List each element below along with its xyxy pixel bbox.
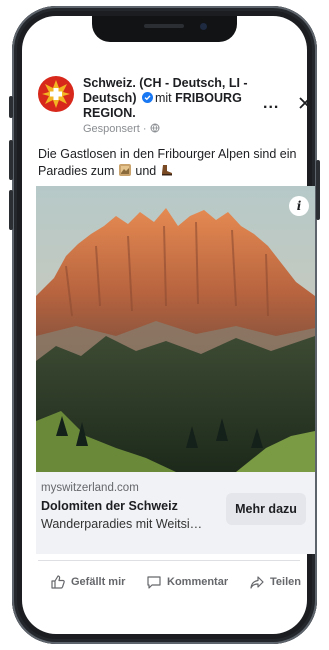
link-domain: myswitzerland.com: [41, 482, 139, 494]
share-icon: [250, 576, 264, 589]
mountain-landscape-image: [36, 186, 315, 472]
like-label: Gefällt mir: [71, 576, 126, 588]
post-author[interactable]: Schweiz. (CH - Deutsch, LI - Deutsch) mi…: [83, 76, 253, 121]
ad-info-button[interactable]: i: [289, 196, 309, 216]
sponsored-text: Gesponsert ·: [83, 123, 147, 135]
like-button[interactable]: Gefällt mir: [50, 572, 125, 592]
with-text: mit: [154, 91, 172, 105]
phone-notch: [92, 16, 237, 42]
post-text-line1: Die Gastlosen in den Fribourger Alpen si…: [38, 147, 297, 161]
link-description: Wanderparadies mit Weitsi…: [41, 517, 203, 531]
comment-label: Kommentar: [167, 576, 229, 588]
ad-image[interactable]: [36, 186, 315, 472]
sponsored-label: Gesponsert ·: [83, 123, 160, 135]
phone-power-button: [316, 160, 320, 220]
verified-badge-icon: [141, 92, 153, 103]
phone-side-button: [9, 96, 13, 118]
hiking-boot-emoji-icon: [161, 165, 172, 176]
post-text: Die Gastlosen in den Fribourger Alpen si…: [38, 146, 300, 180]
front-camera: [200, 23, 207, 30]
speaker: [144, 24, 184, 28]
action-divider: [38, 560, 300, 561]
more-options-button[interactable]: ...: [263, 96, 279, 112]
post-text-line2-prefix: Paradies zum: [38, 164, 115, 178]
comment-icon: [147, 576, 161, 589]
comment-button[interactable]: Kommentar: [146, 572, 228, 592]
post-text-line2-mid: und: [135, 164, 157, 178]
globe-icon: [150, 123, 160, 133]
close-button[interactable]: [298, 96, 312, 115]
picture-emoji-icon: [118, 164, 131, 176]
share-button[interactable]: Teilen: [249, 572, 301, 592]
close-icon: [299, 97, 311, 109]
link-headline[interactable]: Dolomiten der Schweiz: [41, 499, 178, 513]
thumbs-up-icon: [51, 575, 65, 589]
phone-volume-up: [9, 140, 13, 180]
switzerland-logo-icon: [42, 80, 70, 108]
page-avatar[interactable]: [38, 76, 74, 112]
link-preview-bar[interactable]: myswitzerland.com Dolomiten der Schweiz …: [36, 472, 315, 554]
share-label: Teilen: [270, 576, 301, 588]
phone-volume-down: [9, 190, 13, 230]
learn-more-button[interactable]: Mehr dazu: [226, 493, 306, 525]
